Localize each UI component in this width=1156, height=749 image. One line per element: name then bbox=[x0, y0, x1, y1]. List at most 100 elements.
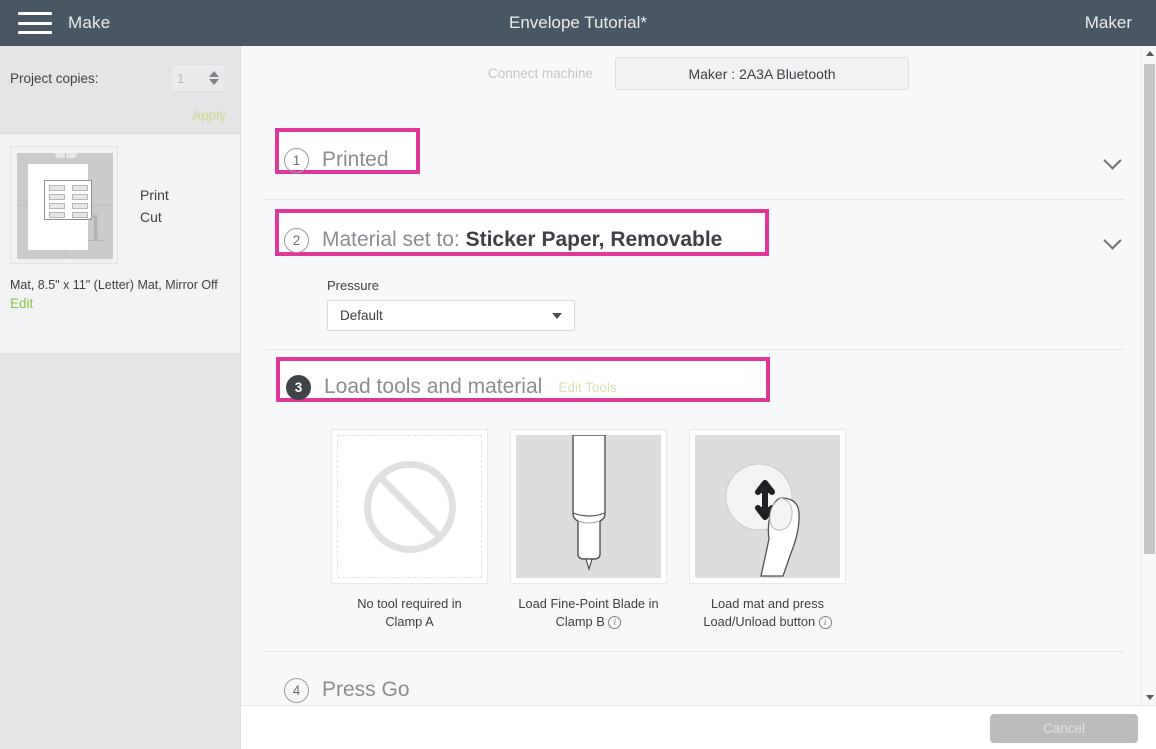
project-copies-stepper[interactable]: 1 bbox=[170, 64, 226, 92]
press-load-button-icon bbox=[695, 435, 840, 578]
section-4-header[interactable]: 4 Press Go bbox=[265, 666, 1124, 705]
machine-label[interactable]: Maker bbox=[1085, 0, 1132, 46]
section-2-title-prefix: Material set to: bbox=[322, 228, 466, 251]
cancel-button[interactable]: Cancel bbox=[990, 714, 1138, 743]
project-copies-row: Project copies: 1 bbox=[10, 64, 226, 92]
tool-card-caption-line2: Clamp A bbox=[385, 614, 434, 629]
scroll-down-icon[interactable] bbox=[1142, 690, 1156, 705]
blade-illustration bbox=[572, 435, 606, 572]
fine-point-blade-icon bbox=[516, 435, 661, 578]
sidebar: Project copies: 1 Apply 1 Print Cut Mat,… bbox=[0, 46, 241, 749]
pressure-value: Default bbox=[340, 308, 383, 323]
tool-card[interactable]: No tool required in Clamp A bbox=[331, 429, 488, 631]
tool-card-image-blade bbox=[510, 429, 667, 584]
project-copies-panel: Project copies: 1 Apply bbox=[0, 46, 240, 134]
hamburger-bar bbox=[18, 21, 52, 25]
connect-machine-row: Connect machine Maker : 2A3A Bluetooth bbox=[241, 46, 1156, 90]
tool-card-caption-line2: Clamp B bbox=[555, 614, 605, 629]
tool-card-image-load-mat bbox=[689, 429, 846, 584]
main-panel: Connect machine Maker : 2A3A Bluetooth 1… bbox=[241, 46, 1156, 705]
mat-op-print: Print bbox=[140, 187, 169, 203]
mat-paper: 1 bbox=[28, 164, 105, 250]
section-1-header[interactable]: 1 Printed bbox=[265, 136, 1124, 184]
top-bar: Make Envelope Tutorial* Maker bbox=[0, 0, 1156, 46]
prohibition-symbol-icon bbox=[363, 460, 456, 553]
project-title: Envelope Tutorial* bbox=[509, 13, 647, 32]
section-4-title: Press Go bbox=[322, 678, 410, 701]
tool-card-caption: Load Fine-Point Blade in Clamp B i bbox=[510, 595, 667, 631]
pressure-label: Pressure bbox=[327, 278, 380, 293]
divider bbox=[265, 349, 1124, 350]
tool-card-caption: Load mat and press Load/Unload button i bbox=[689, 595, 846, 631]
section-2-title: Material set to: Sticker Paper, Removabl… bbox=[322, 228, 722, 252]
hamburger-bar bbox=[18, 12, 52, 15]
section-3-number: 3 bbox=[286, 374, 311, 400]
section-3-title: Load tools and material bbox=[324, 375, 543, 398]
project-copies-label: Project copies: bbox=[10, 70, 99, 86]
apply-button[interactable]: Apply bbox=[10, 108, 226, 123]
info-icon[interactable]: i bbox=[818, 616, 832, 629]
edit-tools-button[interactable]: Edit Tools bbox=[558, 380, 616, 395]
pressure-select[interactable]: Default bbox=[327, 300, 575, 331]
caret-down-icon bbox=[552, 312, 562, 319]
tool-card-caption-line1: No tool required in bbox=[357, 596, 462, 611]
main-scrollbar[interactable] bbox=[1141, 46, 1156, 705]
stepper-increment-icon[interactable] bbox=[209, 71, 219, 77]
section-press-go: 4 Press Go bbox=[265, 666, 1124, 705]
section-load-tools: 3 Load tools and material Edit Tools No … bbox=[265, 357, 1124, 631]
connect-machine-label: Connect machine bbox=[487, 66, 594, 81]
mat-preview-row: 1 Print Cut bbox=[10, 146, 230, 264]
section-1-number: 1 bbox=[284, 147, 309, 173]
info-icon[interactable]: i bbox=[608, 616, 622, 629]
section-1-title: Printed bbox=[322, 148, 389, 171]
hamburger-bar bbox=[18, 31, 52, 34]
machine-select-button[interactable]: Maker : 2A3A Bluetooth bbox=[615, 57, 910, 90]
chevron-down-icon[interactable] bbox=[1102, 229, 1124, 251]
tool-card-caption-line1: Load mat and press bbox=[710, 596, 825, 611]
mat-thumbnail[interactable]: 1 bbox=[10, 146, 118, 264]
sidebar-empty-area bbox=[0, 353, 240, 749]
tool-card-caption-line2: Load/Unload button bbox=[703, 614, 816, 629]
finger-press-illustration bbox=[725, 463, 800, 577]
project-copies-value[interactable]: 1 bbox=[177, 71, 184, 86]
tool-card-caption-line1: Load Fine-Point Blade in bbox=[518, 596, 659, 611]
section-printed: 1 Printed bbox=[265, 128, 1124, 184]
app-mode-label: Make bbox=[68, 13, 111, 32]
scroll-up-icon[interactable] bbox=[1142, 46, 1156, 61]
tool-cards: No tool required in Clamp A Load Fine-Po… bbox=[265, 411, 1124, 631]
chevron-down-icon[interactable] bbox=[1102, 149, 1124, 171]
mat-mini-tile bbox=[49, 212, 65, 218]
mat-mini-tile bbox=[49, 194, 65, 200]
scrollbar-thumb[interactable] bbox=[1144, 64, 1155, 554]
mat-mini-tile bbox=[72, 185, 88, 191]
stepper-arrows bbox=[209, 71, 219, 85]
stepper-decrement-icon[interactable] bbox=[209, 79, 219, 85]
divider bbox=[265, 199, 1124, 200]
section-2-number: 2 bbox=[284, 227, 309, 253]
mat-mini-tile bbox=[72, 194, 88, 200]
section-2-header[interactable]: 2 Material set to: Sticker Paper, Remova… bbox=[265, 216, 1124, 264]
mat-numeral-decoration: 1 bbox=[85, 205, 105, 250]
mat-mini-tile bbox=[49, 185, 65, 191]
make-screen: Make Envelope Tutorial* Maker Project co… bbox=[0, 0, 1156, 749]
bottom-bar: Cancel bbox=[241, 705, 1156, 749]
hamburger-icon[interactable] bbox=[18, 12, 52, 34]
tool-card-image-no-tool bbox=[331, 429, 488, 584]
tool-card[interactable]: Load mat and press Load/Unload button i bbox=[689, 429, 846, 631]
mat-preview-block: 1 Print Cut Mat, 8.5" x 11" (Letter) Mat… bbox=[0, 134, 240, 311]
mat-edit-button[interactable]: Edit bbox=[10, 296, 230, 311]
mat-surface: 1 bbox=[17, 153, 113, 259]
tool-card[interactable]: Load Fine-Point Blade in Clamp B i bbox=[510, 429, 667, 631]
no-tool-icon bbox=[337, 435, 482, 578]
pressure-block: Pressure Default bbox=[265, 264, 1124, 349]
mat-tab bbox=[55, 153, 77, 158]
mat-operation-labels: Print Cut bbox=[140, 146, 169, 228]
divider bbox=[265, 651, 1124, 652]
section-4-number: 4 bbox=[284, 677, 309, 703]
tool-card-caption: No tool required in Clamp A bbox=[331, 595, 488, 631]
mat-op-cut: Cut bbox=[140, 209, 162, 225]
section-2-material-value: Sticker Paper, Removable bbox=[465, 228, 723, 251]
section-material: 2 Material set to: Sticker Paper, Remova… bbox=[265, 209, 1124, 349]
section-3-header[interactable]: 3 Load tools and material Edit Tools bbox=[265, 363, 1124, 411]
mat-settings-caption: Mat, 8.5" x 11" (Letter) Mat, Mirror Off bbox=[10, 278, 218, 292]
